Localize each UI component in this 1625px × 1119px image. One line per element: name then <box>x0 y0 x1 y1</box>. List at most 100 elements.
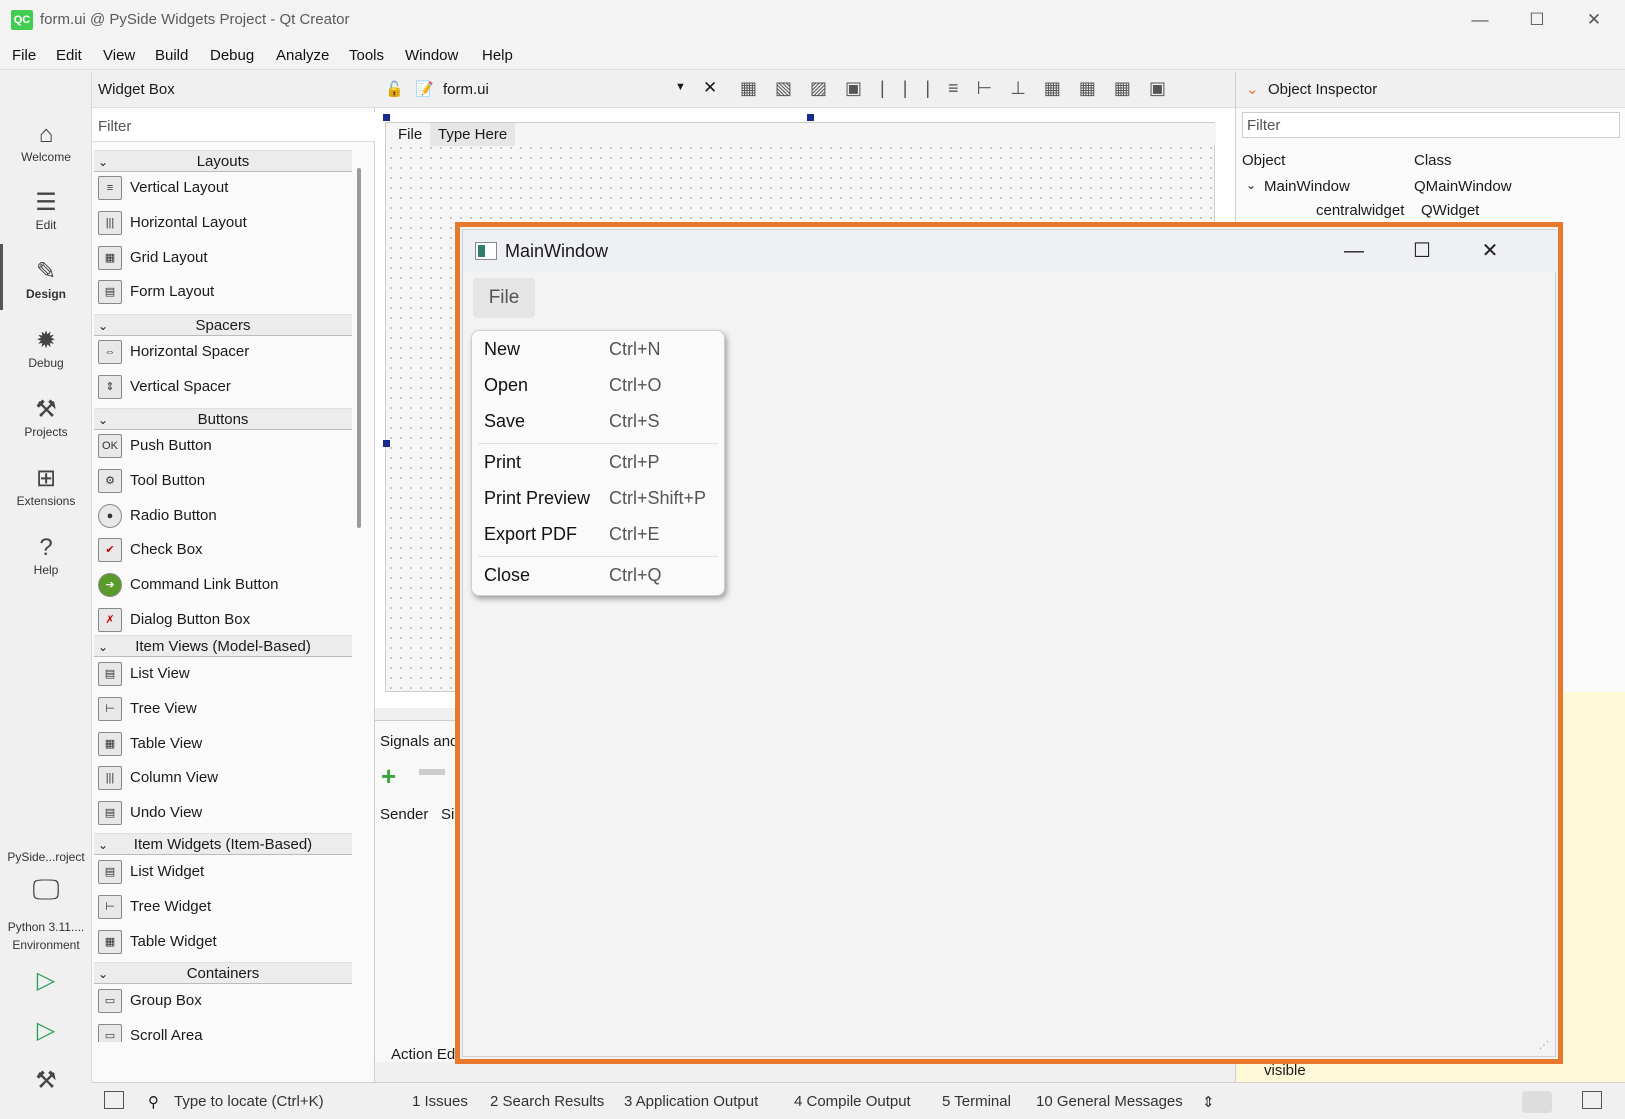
widget-tree-view[interactable]: ⊢ Tree View <box>98 693 348 725</box>
action-editor-tab[interactable]: Action Ed <box>391 1046 455 1063</box>
widget-vertical-layout[interactable]: ≡ Vertical Layout <box>98 172 348 204</box>
widget-box-filter[interactable]: Filter <box>92 112 375 142</box>
toggle-right-sidebar-icon[interactable] <box>1582 1091 1602 1109</box>
object-inspector-filter[interactable]: Filter <box>1242 112 1620 138</box>
menu-file[interactable]: File <box>12 47 36 64</box>
selection-handle[interactable] <box>383 114 390 121</box>
class-column-header[interactable]: Class <box>1414 152 1452 169</box>
output-toggle-icon[interactable] <box>1522 1091 1552 1113</box>
kit-project-label[interactable]: PySide...roject <box>0 850 92 864</box>
toggle-sidebar-icon[interactable] <box>104 1091 124 1109</box>
ui-file-icon: 📝 <box>415 81 434 98</box>
menu-build[interactable]: Build <box>155 47 188 64</box>
category-buttons[interactable]: ⌄ Buttons <box>94 408 352 430</box>
widget-list-view[interactable]: ▤ List View <box>98 658 348 690</box>
menu-analyze[interactable]: Analyze <box>276 47 329 64</box>
object-row-mainwindow[interactable]: MainWindow <box>1264 178 1350 195</box>
preview-close-button[interactable]: ✕ <box>1467 236 1513 266</box>
widget-scroll-area[interactable]: ▭ Scroll Area <box>98 1020 348 1042</box>
minimize-button[interactable]: — <box>1458 6 1502 34</box>
menu-item-save[interactable]: Save Ctrl+S <box>472 405 724 441</box>
widget-dialog-button-box[interactable]: ✗ Dialog Button Box <box>98 604 348 636</box>
preview-maximize-button[interactable]: ☐ <box>1399 236 1445 266</box>
selection-handle[interactable] <box>383 440 390 447</box>
add-connection-icon[interactable]: + <box>381 761 396 792</box>
widget-column-view[interactable]: ||| Column View <box>98 762 348 794</box>
widget-table-widget[interactable]: ▦ Table Widget <box>98 926 348 958</box>
preview-menu-file[interactable]: File <box>473 278 535 318</box>
class-row-centralwidget: QWidget <box>1421 202 1480 219</box>
close-document-icon[interactable]: ✕ <box>703 78 717 98</box>
category-containers[interactable]: ⌄ Containers <box>94 962 352 984</box>
menu-item-print-preview[interactable]: Print Preview Ctrl+Shift+P <box>472 482 724 518</box>
mode-welcome[interactable]: ⌂ Welcome <box>0 120 92 164</box>
lock-icon[interactable]: 🔓 <box>385 80 404 98</box>
menu-window[interactable]: Window <box>405 47 458 64</box>
pane-terminal[interactable]: 5 Terminal <box>942 1093 1011 1110</box>
pane-search-results[interactable]: 2 Search Results <box>490 1093 604 1110</box>
menu-debug[interactable]: Debug <box>210 47 254 64</box>
widget-group-box[interactable]: ▭ Group Box <box>98 985 348 1017</box>
pane-application-output[interactable]: 3 Application Output <box>624 1093 758 1110</box>
kit-selector[interactable]: 🖵 <box>0 870 92 910</box>
widget-horizontal-spacer[interactable]: ⇔ Horizontal Spacer <box>98 336 348 368</box>
form-menu-file[interactable]: File <box>398 126 422 143</box>
menu-item-export-pdf[interactable]: Export PDF Ctrl+E <box>472 518 724 554</box>
layout-tools-icon[interactable]: ▦▧▨▣|||≡⊢⊥▦▦▦▣ <box>740 78 1184 99</box>
mode-help[interactable]: ? Help <box>0 533 92 577</box>
maximize-button[interactable]: ☐ <box>1515 6 1559 34</box>
close-button[interactable]: ✕ <box>1572 6 1616 34</box>
mode-debug[interactable]: ✹ Debug <box>0 326 92 370</box>
category-spacers[interactable]: ⌄ Spacers <box>94 314 352 336</box>
menu-item-new[interactable]: New Ctrl+N <box>472 333 724 369</box>
mode-extensions[interactable]: ⊞ Extensions <box>0 464 92 508</box>
pane-general-messages[interactable]: 10 General Messages <box>1036 1093 1183 1110</box>
widget-box-scrollbar[interactable] <box>357 168 361 528</box>
panes-more-icon[interactable]: ⇕ <box>1202 1093 1215 1111</box>
widget-undo-view[interactable]: ▤ Undo View <box>98 797 348 829</box>
widget-table-view[interactable]: ▦ Table View <box>98 728 348 760</box>
widget-form-layout[interactable]: ▤ Form Layout <box>98 276 348 308</box>
run-button[interactable]: ▷ <box>0 966 92 996</box>
widget-vertical-spacer[interactable]: ⇕ Vertical Spacer <box>98 371 348 403</box>
pane-compile-output[interactable]: 4 Compile Output <box>794 1093 911 1110</box>
widget-horizontal-layout[interactable]: ||| Horizontal Layout <box>98 207 348 239</box>
category-layouts[interactable]: ⌄ Layouts <box>94 150 352 172</box>
widget-radio-button[interactable]: ● Radio Button <box>98 500 348 532</box>
vertical-spacer-icon: ⇕ <box>98 375 122 400</box>
locate-input[interactable]: Type to locate (Ctrl+K) <box>174 1093 324 1110</box>
debug-run-button[interactable]: ▷ <box>0 1016 92 1046</box>
chevron-down-icon[interactable]: ⌄ <box>1246 178 1256 192</box>
object-column-header[interactable]: Object <box>1242 152 1285 169</box>
widget-tree-widget[interactable]: ⊢ Tree Widget <box>98 891 348 923</box>
mode-projects[interactable]: ⚒ Projects <box>0 395 92 439</box>
widget-list-widget[interactable]: ▤ List Widget <box>98 856 348 888</box>
pane-issues[interactable]: 1 Issues <box>412 1093 468 1110</box>
mode-design[interactable]: ✎ Design <box>0 257 92 301</box>
menu-view[interactable]: View <box>103 47 135 64</box>
preview-minimize-button[interactable]: — <box>1331 236 1377 266</box>
category-item-widgets[interactable]: ⌄ Item Widgets (Item-Based) <box>94 833 352 855</box>
chevron-down-icon[interactable]: ⌄ <box>1246 80 1259 98</box>
widget-grid-layout[interactable]: ▦ Grid Layout <box>98 242 348 274</box>
open-file-combo[interactable]: 📝 form.ui ▼ <box>413 78 693 102</box>
menu-edit[interactable]: Edit <box>56 47 82 64</box>
widget-check-box[interactable]: ✔ Check Box <box>98 534 348 566</box>
property-visible[interactable]: visible <box>1264 1062 1306 1079</box>
build-button[interactable]: ⚒ <box>0 1066 92 1096</box>
menu-item-print[interactable]: Print Ctrl+P <box>472 446 724 482</box>
category-item-views[interactable]: ⌄ Item Views (Model-Based) <box>94 635 352 657</box>
widget-push-button[interactable]: OK Push Button <box>98 430 348 462</box>
menu-item-open[interactable]: Open Ctrl+O <box>472 369 724 405</box>
menu-tools[interactable]: Tools <box>349 47 384 64</box>
widget-command-link-button[interactable]: ➔ Command Link Button <box>98 569 348 601</box>
object-row-centralwidget[interactable]: centralwidget <box>1316 202 1404 219</box>
resize-grip-icon[interactable]: ⋰ <box>1539 1040 1551 1052</box>
mode-edit[interactable]: ☰ Edit <box>0 188 92 232</box>
selection-handle[interactable] <box>807 114 814 121</box>
remove-connection-icon[interactable] <box>419 769 445 775</box>
menu-item-close[interactable]: Close Ctrl+Q <box>472 559 724 595</box>
widget-tool-button[interactable]: ⚙ Tool Button <box>98 465 348 497</box>
form-menu-type-here[interactable]: Type Here <box>430 123 516 146</box>
menu-help[interactable]: Help <box>482 47 513 64</box>
